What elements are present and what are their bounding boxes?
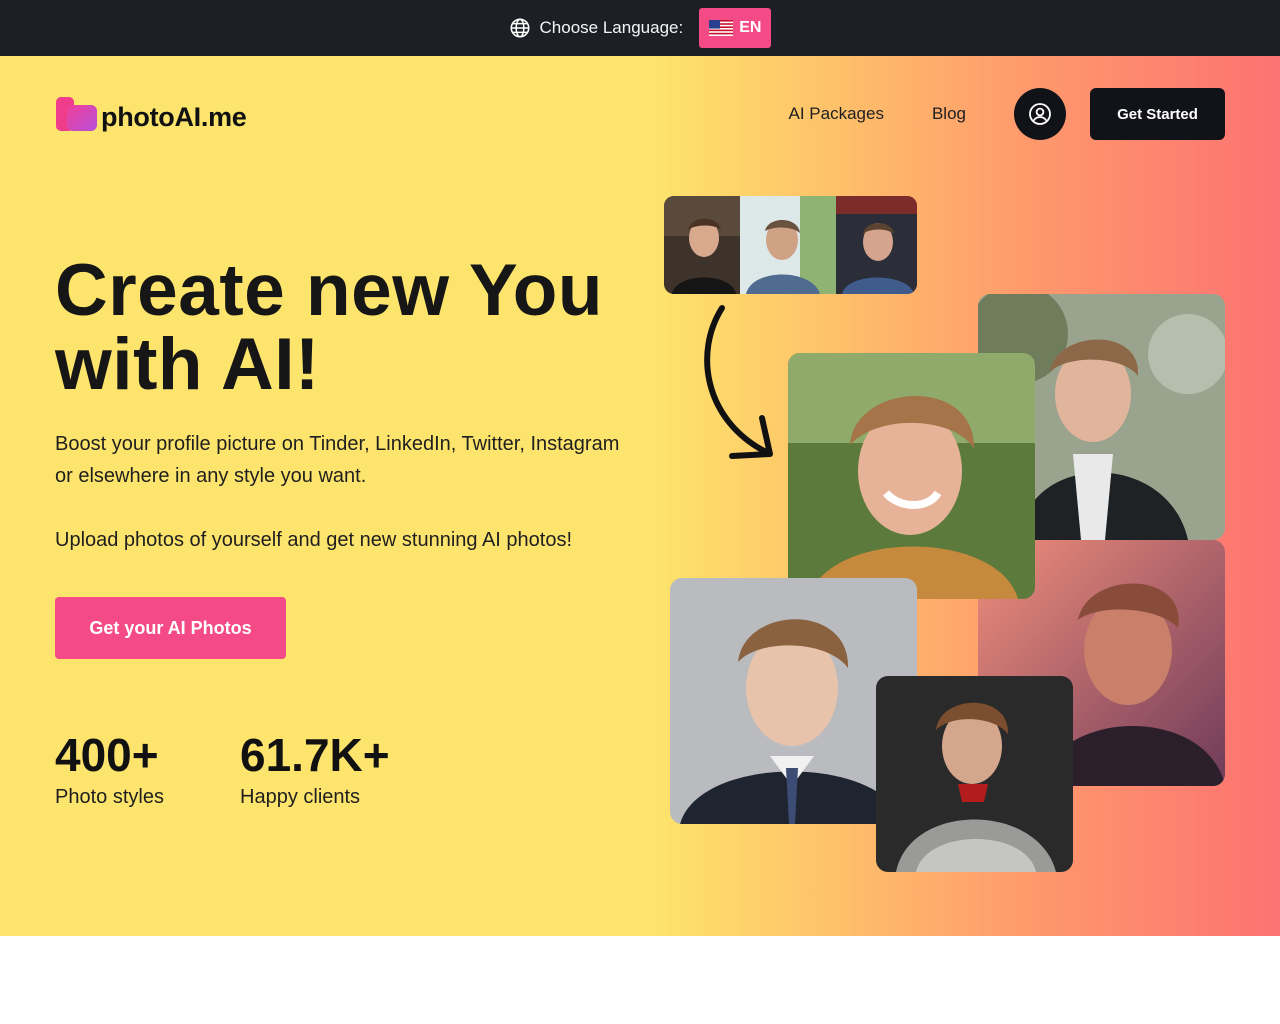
ai-photo-smiling	[788, 353, 1035, 599]
language-code: EN	[739, 19, 762, 36]
stat-label: Photo styles	[55, 786, 164, 808]
brand-logo[interactable]: photoAI.me	[55, 94, 247, 133]
stat-label: Happy clients	[240, 786, 361, 808]
language-label: Choose Language:	[539, 18, 684, 37]
logo-mark-icon	[56, 96, 97, 131]
curved-arrow-icon	[704, 305, 773, 459]
stat-value: 400+	[55, 729, 159, 781]
language-bar: Choose Language: EN	[0, 0, 1280, 56]
ai-photo-knight	[876, 676, 1073, 872]
nav-ai-packages-link[interactable]: AI Packages	[789, 104, 884, 124]
stat-value: 61.7K+	[240, 729, 390, 781]
hero-section: photoAI.me AI Packages Blog Get Started …	[0, 56, 1280, 936]
headline-line-1: Create new You	[55, 250, 603, 331]
language-selector-button[interactable]: EN	[699, 8, 772, 48]
hero-subtitle: Boost your profile picture on Tinder, Li…	[55, 433, 620, 487]
hero-headline: Create new You with AI!	[55, 254, 603, 402]
get-ai-photos-button[interactable]: Get your AI Photos	[55, 597, 286, 659]
user-circle-icon	[1029, 103, 1051, 125]
bottom-section	[0, 936, 1280, 1024]
hero-upload-text: Upload photos of yourself and get new st…	[55, 529, 573, 551]
input-selfie-3	[836, 196, 917, 294]
nav-blog-link[interactable]: Blog	[932, 104, 966, 124]
us-flag-icon	[709, 20, 734, 36]
main-nav: AI Packages Blog Get Started	[789, 88, 1225, 140]
stat-happy-clients: 61.7K+ Happy clients	[240, 728, 390, 809]
brand-name: photoAI.me	[101, 102, 247, 132]
get-started-button[interactable]: Get Started	[1090, 88, 1225, 140]
input-selfie-2	[740, 196, 840, 294]
account-button[interactable]	[1014, 88, 1066, 140]
globe-icon	[510, 18, 530, 38]
input-selfie-1	[664, 196, 744, 294]
headline-line-2: with AI!	[55, 324, 320, 405]
stat-photo-styles: 400+ Photo styles	[55, 728, 164, 809]
